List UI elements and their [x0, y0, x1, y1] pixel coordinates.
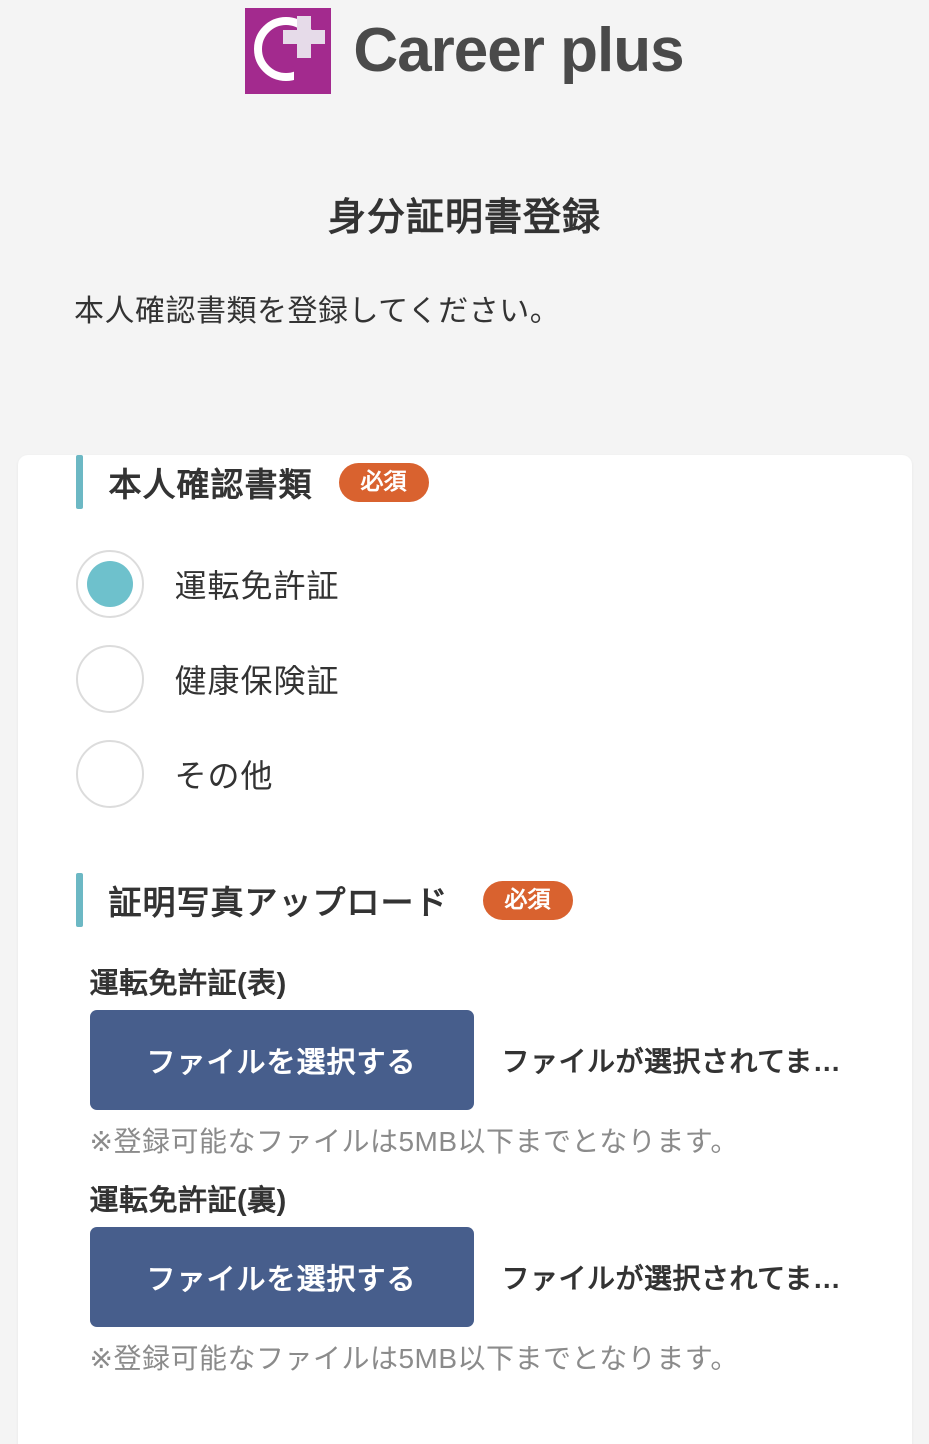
- file-status-license-back: ファイルが選択されてま…: [501, 1262, 842, 1294]
- radio-icon-health-insurance[interactable]: [75, 644, 144, 713]
- radio-option-drivers-license[interactable]: 運転免許証: [75, 536, 912, 631]
- section-header-identity-document: 本人確認書類 必須: [18, 455, 912, 509]
- upload-row-license-front: ファイルを選択する ファイルが選択されてま…: [89, 1009, 872, 1110]
- section-title-photo-upload: 証明写真アップロード: [108, 884, 449, 921]
- page-subtitle: 本人確認書類を登録してください。: [74, 295, 561, 328]
- choose-file-button-license-back[interactable]: ファイルを選択する: [89, 1226, 474, 1327]
- section-accent-bar: [75, 455, 83, 509]
- choose-file-button-license-front[interactable]: ファイルを選択する: [89, 1009, 474, 1110]
- upload-note-license-back: ※登録可能なファイルは5MB以下までとなります。: [89, 1342, 739, 1374]
- file-status-license-front: ファイルが選択されてま…: [501, 1045, 842, 1077]
- required-badge-photo-upload: 必須: [482, 880, 573, 920]
- required-badge-identity-document: 必須: [338, 462, 429, 502]
- career-plus-logo-icon: [245, 8, 332, 94]
- radio-icon-other[interactable]: [75, 739, 144, 808]
- radio-option-other[interactable]: その他: [75, 726, 912, 821]
- page-title: 身分証明書登録: [327, 197, 601, 239]
- brand-logo[interactable]: Career plus: [245, 8, 685, 94]
- section-header-photo-upload: 証明写真アップロード 必須: [18, 873, 912, 927]
- identity-document-radio-group: 運転免許証 健康保険証 その他: [18, 536, 912, 821]
- section-accent-bar: [75, 873, 83, 927]
- upload-label-license-front: 運転免許証(表): [89, 968, 287, 1000]
- radio-label-drivers-license: 運転免許証: [174, 567, 340, 604]
- upload-label-license-back: 運転免許証(裏): [89, 1184, 287, 1217]
- radio-icon-drivers-license[interactable]: [75, 549, 144, 618]
- upload-row-license-back: ファイルを選択する ファイルが選択されてま…: [89, 1226, 872, 1327]
- radio-label-health-insurance: 健康保険証: [174, 662, 340, 699]
- radio-label-other: その他: [174, 757, 274, 794]
- upload-note-license-front: ※登録可能なファイルは5MB以下までとなります。: [89, 1125, 739, 1157]
- brand-name: Career plus: [353, 16, 684, 85]
- form-card: 本人確認書類 必須 運転免許証 健康保険証 その他 証明写真アップロード 必須 …: [17, 455, 912, 1444]
- section-title-identity-document: 本人確認書類: [108, 466, 313, 503]
- upload-block-license-front: 運転免許証(表) ファイルを選択する ファイルが選択されてま… ※登録可能なファ…: [18, 967, 912, 1160]
- radio-option-health-insurance[interactable]: 健康保険証: [75, 631, 912, 726]
- site-header: Career plus: [0, 0, 929, 94]
- upload-block-license-back: 運転免許証(裏) ファイルを選択する ファイルが選択されてま… ※登録可能なファ…: [18, 1184, 912, 1377]
